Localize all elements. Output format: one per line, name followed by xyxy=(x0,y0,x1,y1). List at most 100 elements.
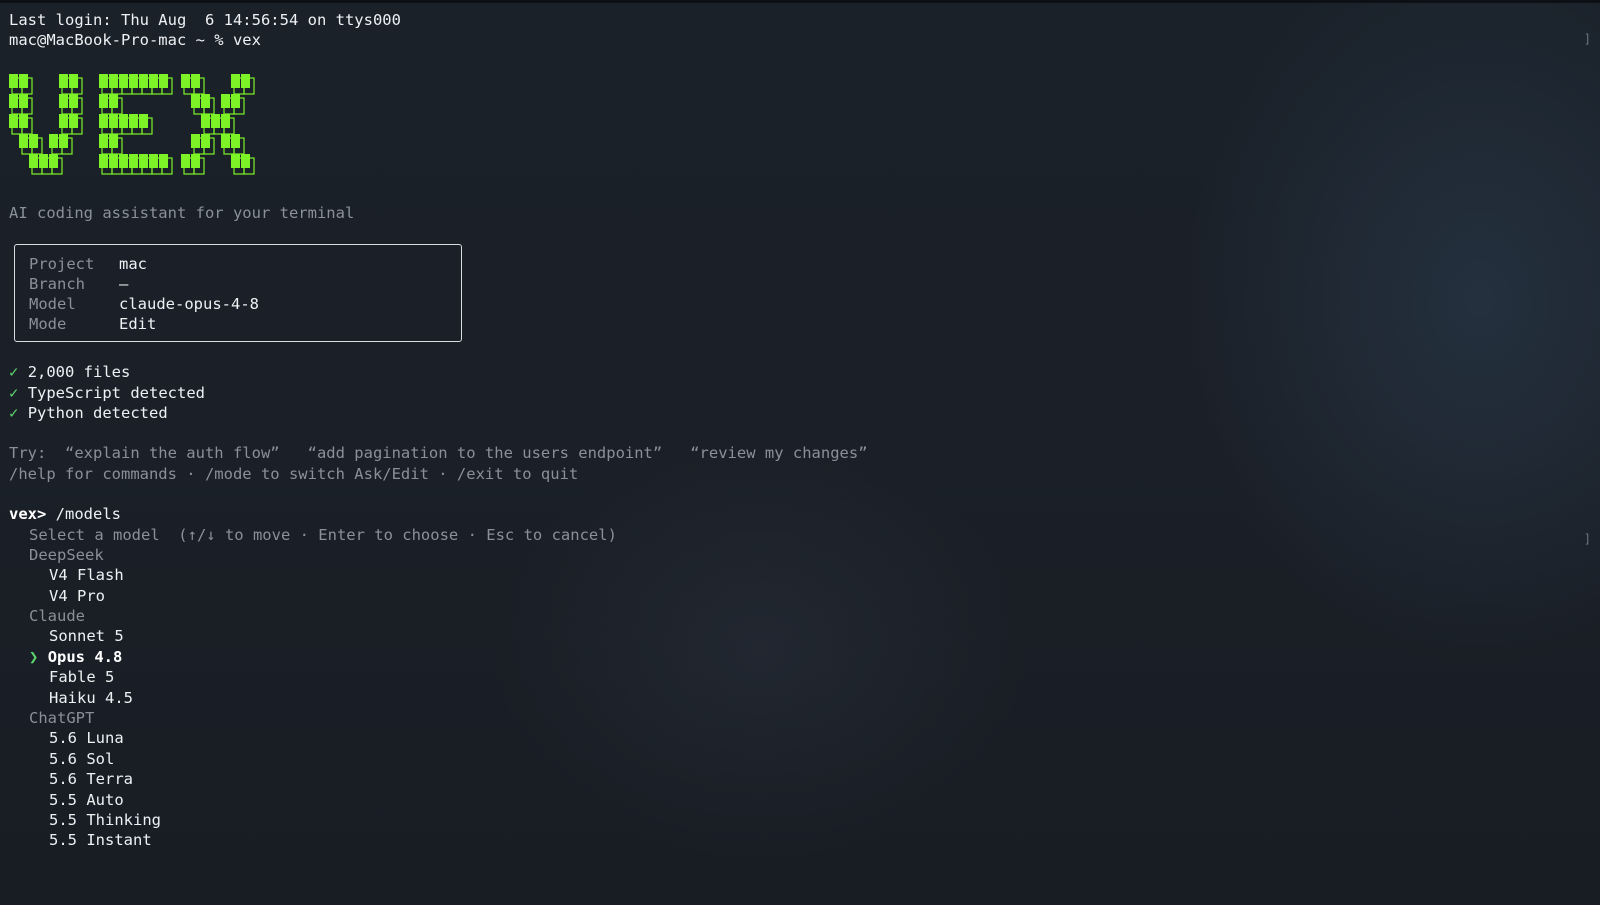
window-top-edge xyxy=(0,0,1600,3)
logo-block-cell xyxy=(59,113,68,128)
logo-block-cell xyxy=(129,153,138,168)
mode-value: Edit xyxy=(119,315,157,334)
terminal-window[interactable]: Last login: Thu Aug 6 14:56:54 on ttys00… xyxy=(0,0,1600,905)
info-row-mode: Mode Edit xyxy=(29,314,461,334)
logo-block-cell xyxy=(69,93,78,108)
logo-block-cell xyxy=(231,133,240,148)
logo-block-cell xyxy=(139,153,148,168)
selected-model-label: Opus 4.8 xyxy=(47,647,123,666)
logo-block-cell xyxy=(9,113,18,128)
logo-block-cell xyxy=(109,113,118,128)
vex-logo-art xyxy=(9,73,255,175)
logo-block-cell xyxy=(59,93,68,108)
model-option[interactable]: V4 Flash xyxy=(9,565,1549,585)
model-option[interactable]: Fable 5 xyxy=(9,667,1549,687)
logo-block-cell xyxy=(119,113,128,128)
logo-block-cell xyxy=(69,113,78,128)
logo-block-cell xyxy=(211,113,220,128)
logo-block-cell xyxy=(9,73,18,88)
check-files: ✓ 2,000 files xyxy=(9,362,1549,382)
command-text: /models xyxy=(46,505,121,524)
right-margin-marker: ] xyxy=(1583,32,1591,46)
logo-block-cell xyxy=(109,73,118,88)
model-option[interactable]: 5.5 Instant xyxy=(9,830,1549,850)
logo-block-cell xyxy=(29,153,38,168)
info-key: Model xyxy=(29,295,76,314)
logo-block-cell xyxy=(9,93,18,108)
help-hint: /help for commands · /mode to switch Ask… xyxy=(9,464,579,483)
logo-block-cell xyxy=(109,133,118,148)
logo-block-cell xyxy=(119,73,128,88)
last-login-line: Last login: Thu Aug 6 14:56:54 on ttys00… xyxy=(9,11,401,29)
logo-block-cell xyxy=(29,133,38,148)
vex-command-line[interactable]: vex> /models xyxy=(9,504,1549,524)
logo-block-cell xyxy=(201,93,210,108)
logo-block-cell xyxy=(39,153,48,168)
logo-block-cell xyxy=(201,133,210,148)
model-option[interactable]: V4 Pro xyxy=(9,586,1549,606)
logo-block-cell xyxy=(99,133,108,148)
logo-block-cell xyxy=(231,93,240,108)
check-icon: ✓ xyxy=(9,403,19,422)
vex-logo xyxy=(9,73,279,193)
model-option[interactable]: 5.6 Terra xyxy=(9,769,1549,789)
check-python: ✓ Python detected xyxy=(9,403,1549,423)
try-suggestions: Try: “explain the auth flow” “add pagina… xyxy=(9,444,868,463)
logo-block-cell xyxy=(19,113,28,128)
logo-block-cell xyxy=(99,73,108,88)
logo-block-cell xyxy=(129,73,138,88)
model-option[interactable]: Haiku 4.5 xyxy=(9,688,1549,708)
check-icon: ✓ xyxy=(9,383,19,402)
project-info-box: Project mac Branch – Model claude-opus-4-8 … xyxy=(14,244,462,343)
model-option-selected[interactable]: ❯ Opus 4.8 xyxy=(9,647,1549,667)
logo-block-cell xyxy=(139,113,148,128)
logo-block-cell xyxy=(181,153,190,168)
logo-block-cell xyxy=(231,73,240,88)
logo-block-cell xyxy=(191,133,200,148)
group-chatgpt: ChatGPT xyxy=(29,709,95,728)
info-row-project: Project mac xyxy=(29,254,461,274)
logo-block-cell xyxy=(99,93,108,108)
logo-block-cell xyxy=(19,133,28,148)
logo-block-cell xyxy=(49,153,58,168)
logo-block-cell xyxy=(129,113,138,128)
logo-block-cell xyxy=(149,73,158,88)
project-value: mac xyxy=(119,255,147,274)
logo-block-cell xyxy=(231,153,240,168)
logo-block-cell xyxy=(19,93,28,108)
logo-block-cell xyxy=(109,153,118,168)
shell-prompt-line: mac@MacBook-Pro-mac ~ % vex xyxy=(9,31,261,50)
logo-block-cell xyxy=(149,153,158,168)
model-value: claude-opus-4-8 xyxy=(119,295,259,314)
model-option[interactable]: Sonnet 5 xyxy=(9,626,1549,646)
model-option[interactable]: 5.5 Auto xyxy=(9,790,1549,810)
model-option[interactable]: 5.5 Thinking xyxy=(9,810,1549,830)
logo-block-cell xyxy=(19,73,28,88)
check-icon: ✓ xyxy=(9,363,19,382)
info-key: Branch xyxy=(29,275,85,294)
vex-prompt: vex> xyxy=(9,505,47,524)
terminal-output[interactable]: Last login: Thu Aug 6 14:56:54 on ttys00… xyxy=(9,10,1549,851)
branch-value: – xyxy=(119,275,129,294)
check-typescript: ✓ TypeScript detected xyxy=(9,383,1549,403)
group-deepseek: DeepSeek xyxy=(29,545,104,564)
select-model-hint: Select a model (↑/↓ to move · Enter to c… xyxy=(29,525,617,544)
right-margin-marker: ] xyxy=(1583,532,1591,546)
model-option[interactable]: 5.6 Sol xyxy=(9,749,1549,769)
info-key: Project xyxy=(29,255,95,274)
logo-block-cell xyxy=(191,73,200,88)
logo-block-cell xyxy=(221,113,230,128)
logo-block-cell xyxy=(99,153,108,168)
check-label: 2,000 files xyxy=(27,363,131,382)
info-key: Mode xyxy=(29,315,67,334)
logo-block-cell xyxy=(139,73,148,88)
logo-block-cell xyxy=(159,153,168,168)
check-label: TypeScript detected xyxy=(27,383,205,402)
logo-block-cell xyxy=(49,133,58,148)
logo-block-cell xyxy=(59,133,68,148)
model-option[interactable]: 5.6 Luna xyxy=(9,728,1549,748)
logo-block-cell xyxy=(221,133,230,148)
logo-block-cell xyxy=(109,93,118,108)
check-label: Python detected xyxy=(27,403,168,422)
logo-block-cell xyxy=(59,73,68,88)
